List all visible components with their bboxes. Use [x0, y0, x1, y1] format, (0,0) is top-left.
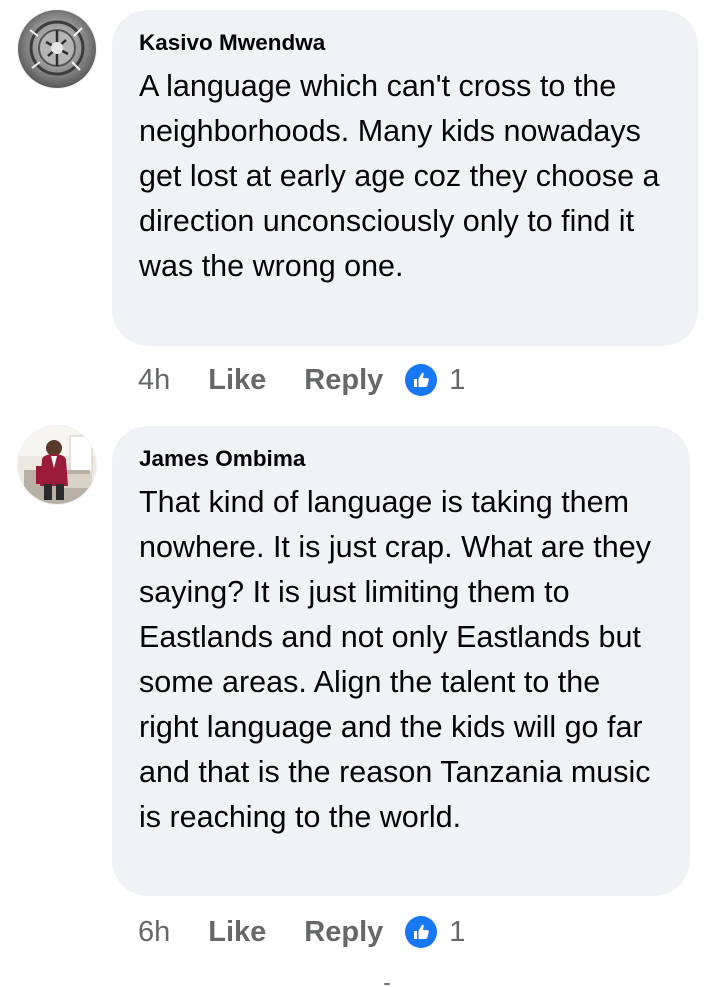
scroll-artifact — [384, 983, 390, 985]
comment-bubble: Kasivo Mwendwa A language which can't cr… — [112, 10, 698, 346]
reaction-count: 1 — [449, 915, 466, 948]
comment-actions: 4h Like Reply 1 — [138, 360, 465, 400]
reply-button[interactable]: Reply — [304, 364, 383, 397]
reaction-summary[interactable]: 1 — [405, 364, 465, 397]
comment-bubble: James Ombima That kind of language is ta… — [112, 426, 690, 896]
thumbs-up-icon — [405, 364, 438, 396]
reaction-summary[interactable]: 1 — [405, 916, 465, 949]
profile-photo-icon — [18, 10, 96, 88]
comment-timestamp[interactable]: 6h — [138, 916, 170, 949]
comment-author[interactable]: James Ombima — [139, 446, 664, 472]
comment-text: That kind of language is taking them now… — [139, 485, 651, 834]
comment-author[interactable]: Kasivo Mwendwa — [139, 30, 672, 56]
reply-button[interactable]: Reply — [304, 916, 383, 949]
avatar-james-ombima[interactable] — [18, 426, 96, 504]
thumbs-up-icon — [405, 916, 438, 948]
profile-photo-icon — [18, 426, 96, 504]
like-button[interactable]: Like — [208, 916, 266, 949]
like-button[interactable]: Like — [208, 364, 266, 397]
comment-text: A language which can't cross to the neig… — [139, 69, 660, 283]
avatar-kasivo-mwendwa[interactable] — [18, 10, 96, 88]
comment-timestamp[interactable]: 4h — [138, 364, 170, 397]
comment-actions: 6h Like Reply 1 — [138, 912, 465, 952]
reaction-count: 1 — [449, 363, 466, 396]
